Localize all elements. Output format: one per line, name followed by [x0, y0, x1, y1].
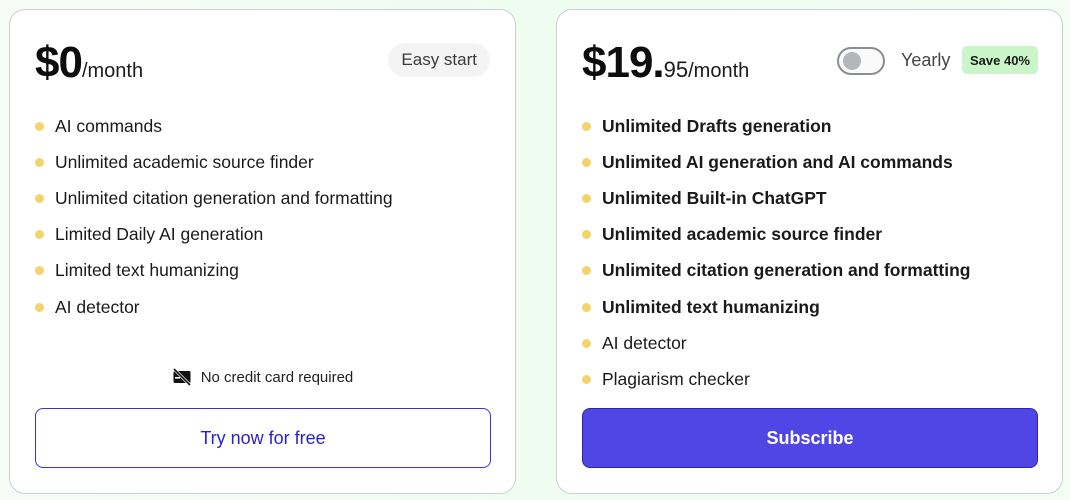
pro-price-cents: 95 — [663, 57, 689, 82]
free-price-amount: $0 — [35, 38, 83, 87]
feature-item: Unlimited academic source finder — [35, 144, 393, 180]
try-free-button[interactable]: Try now for free — [35, 408, 491, 468]
pro-feature-list: Unlimited Drafts generation Unlimited AI… — [582, 108, 970, 398]
feature-text: Plagiarism checker — [602, 368, 750, 389]
feature-item: Unlimited text humanizing — [582, 289, 970, 325]
bullet-dot-icon — [35, 121, 44, 131]
feature-text: AI commands — [55, 115, 162, 136]
feature-text: Unlimited text humanizing — [602, 296, 820, 317]
bullet-dot-icon — [582, 338, 591, 348]
toggle-knob — [843, 52, 861, 70]
bullet-dot-icon — [35, 157, 44, 167]
bullet-dot-icon — [582, 121, 591, 131]
bullet-dot-icon — [35, 230, 44, 240]
feature-item: AI detector — [35, 289, 393, 325]
pro-price-period: /month — [688, 60, 750, 82]
feature-text: Unlimited citation generation and format… — [602, 260, 971, 281]
yearly-label: Yearly — [901, 50, 951, 70]
feature-item: Unlimited citation generation and format… — [582, 253, 970, 289]
bullet-dot-icon — [35, 266, 44, 276]
feature-item: Plagiarism checker — [582, 361, 970, 397]
feature-text: Unlimited Built-in ChatGPT — [602, 187, 827, 208]
feature-item: AI detector — [582, 325, 970, 361]
free-plan-card: $0 /month Easy start AI commands Unlimit… — [9, 9, 516, 494]
bullet-dot-icon — [582, 157, 591, 167]
feature-text: AI detector — [602, 332, 687, 353]
feature-item: Unlimited Drafts generation — [582, 108, 970, 144]
easy-start-badge: Easy start — [388, 43, 490, 77]
feature-text: Unlimited academic source finder — [602, 224, 883, 245]
bullet-dot-icon — [582, 230, 591, 240]
bullet-dot-icon — [582, 302, 591, 312]
feature-text: Unlimited Drafts generation — [602, 115, 832, 136]
feature-text: Limited Daily AI generation — [55, 224, 264, 245]
bullet-dot-icon — [582, 266, 591, 276]
feature-text: AI detector — [55, 296, 140, 317]
yearly-toggle[interactable] — [837, 47, 885, 75]
feature-item: Unlimited citation generation and format… — [35, 180, 393, 216]
bullet-dot-icon — [35, 302, 44, 312]
pro-plan-card: $19. 95 /month Yearly Save 40% Unlimited… — [556, 9, 1063, 494]
no-credit-card-text: No credit card required — [200, 368, 354, 386]
bullet-dot-icon — [582, 374, 591, 384]
feature-item: Unlimited Built-in ChatGPT — [582, 180, 970, 216]
feature-text: Limited text humanizing — [55, 260, 239, 281]
free-price-period: /month — [81, 60, 144, 82]
no-credit-card-note: No credit card required — [10, 368, 515, 386]
no-credit-card-icon — [172, 368, 191, 386]
feature-text: Unlimited AI generation and AI commands — [602, 151, 953, 172]
feature-text: Unlimited citation generation and format… — [55, 187, 393, 208]
pro-price-amount: $19. — [582, 38, 665, 87]
free-price: $0 /month — [35, 38, 143, 88]
feature-item: Unlimited AI generation and AI commands — [582, 144, 970, 180]
save-badge: Save 40% — [962, 46, 1038, 74]
feature-item: Limited Daily AI generation — [35, 217, 393, 253]
subscribe-button[interactable]: Subscribe — [582, 408, 1038, 468]
bullet-dot-icon — [35, 193, 44, 203]
free-feature-list: AI commands Unlimited academic source fi… — [35, 108, 393, 325]
bullet-dot-icon — [582, 193, 591, 203]
feature-item: AI commands — [35, 108, 393, 144]
feature-item: Limited text humanizing — [35, 253, 393, 289]
feature-text: Unlimited academic source finder — [55, 151, 314, 172]
pro-price: $19. 95 /month — [582, 38, 749, 88]
feature-item: Unlimited academic source finder — [582, 217, 970, 253]
